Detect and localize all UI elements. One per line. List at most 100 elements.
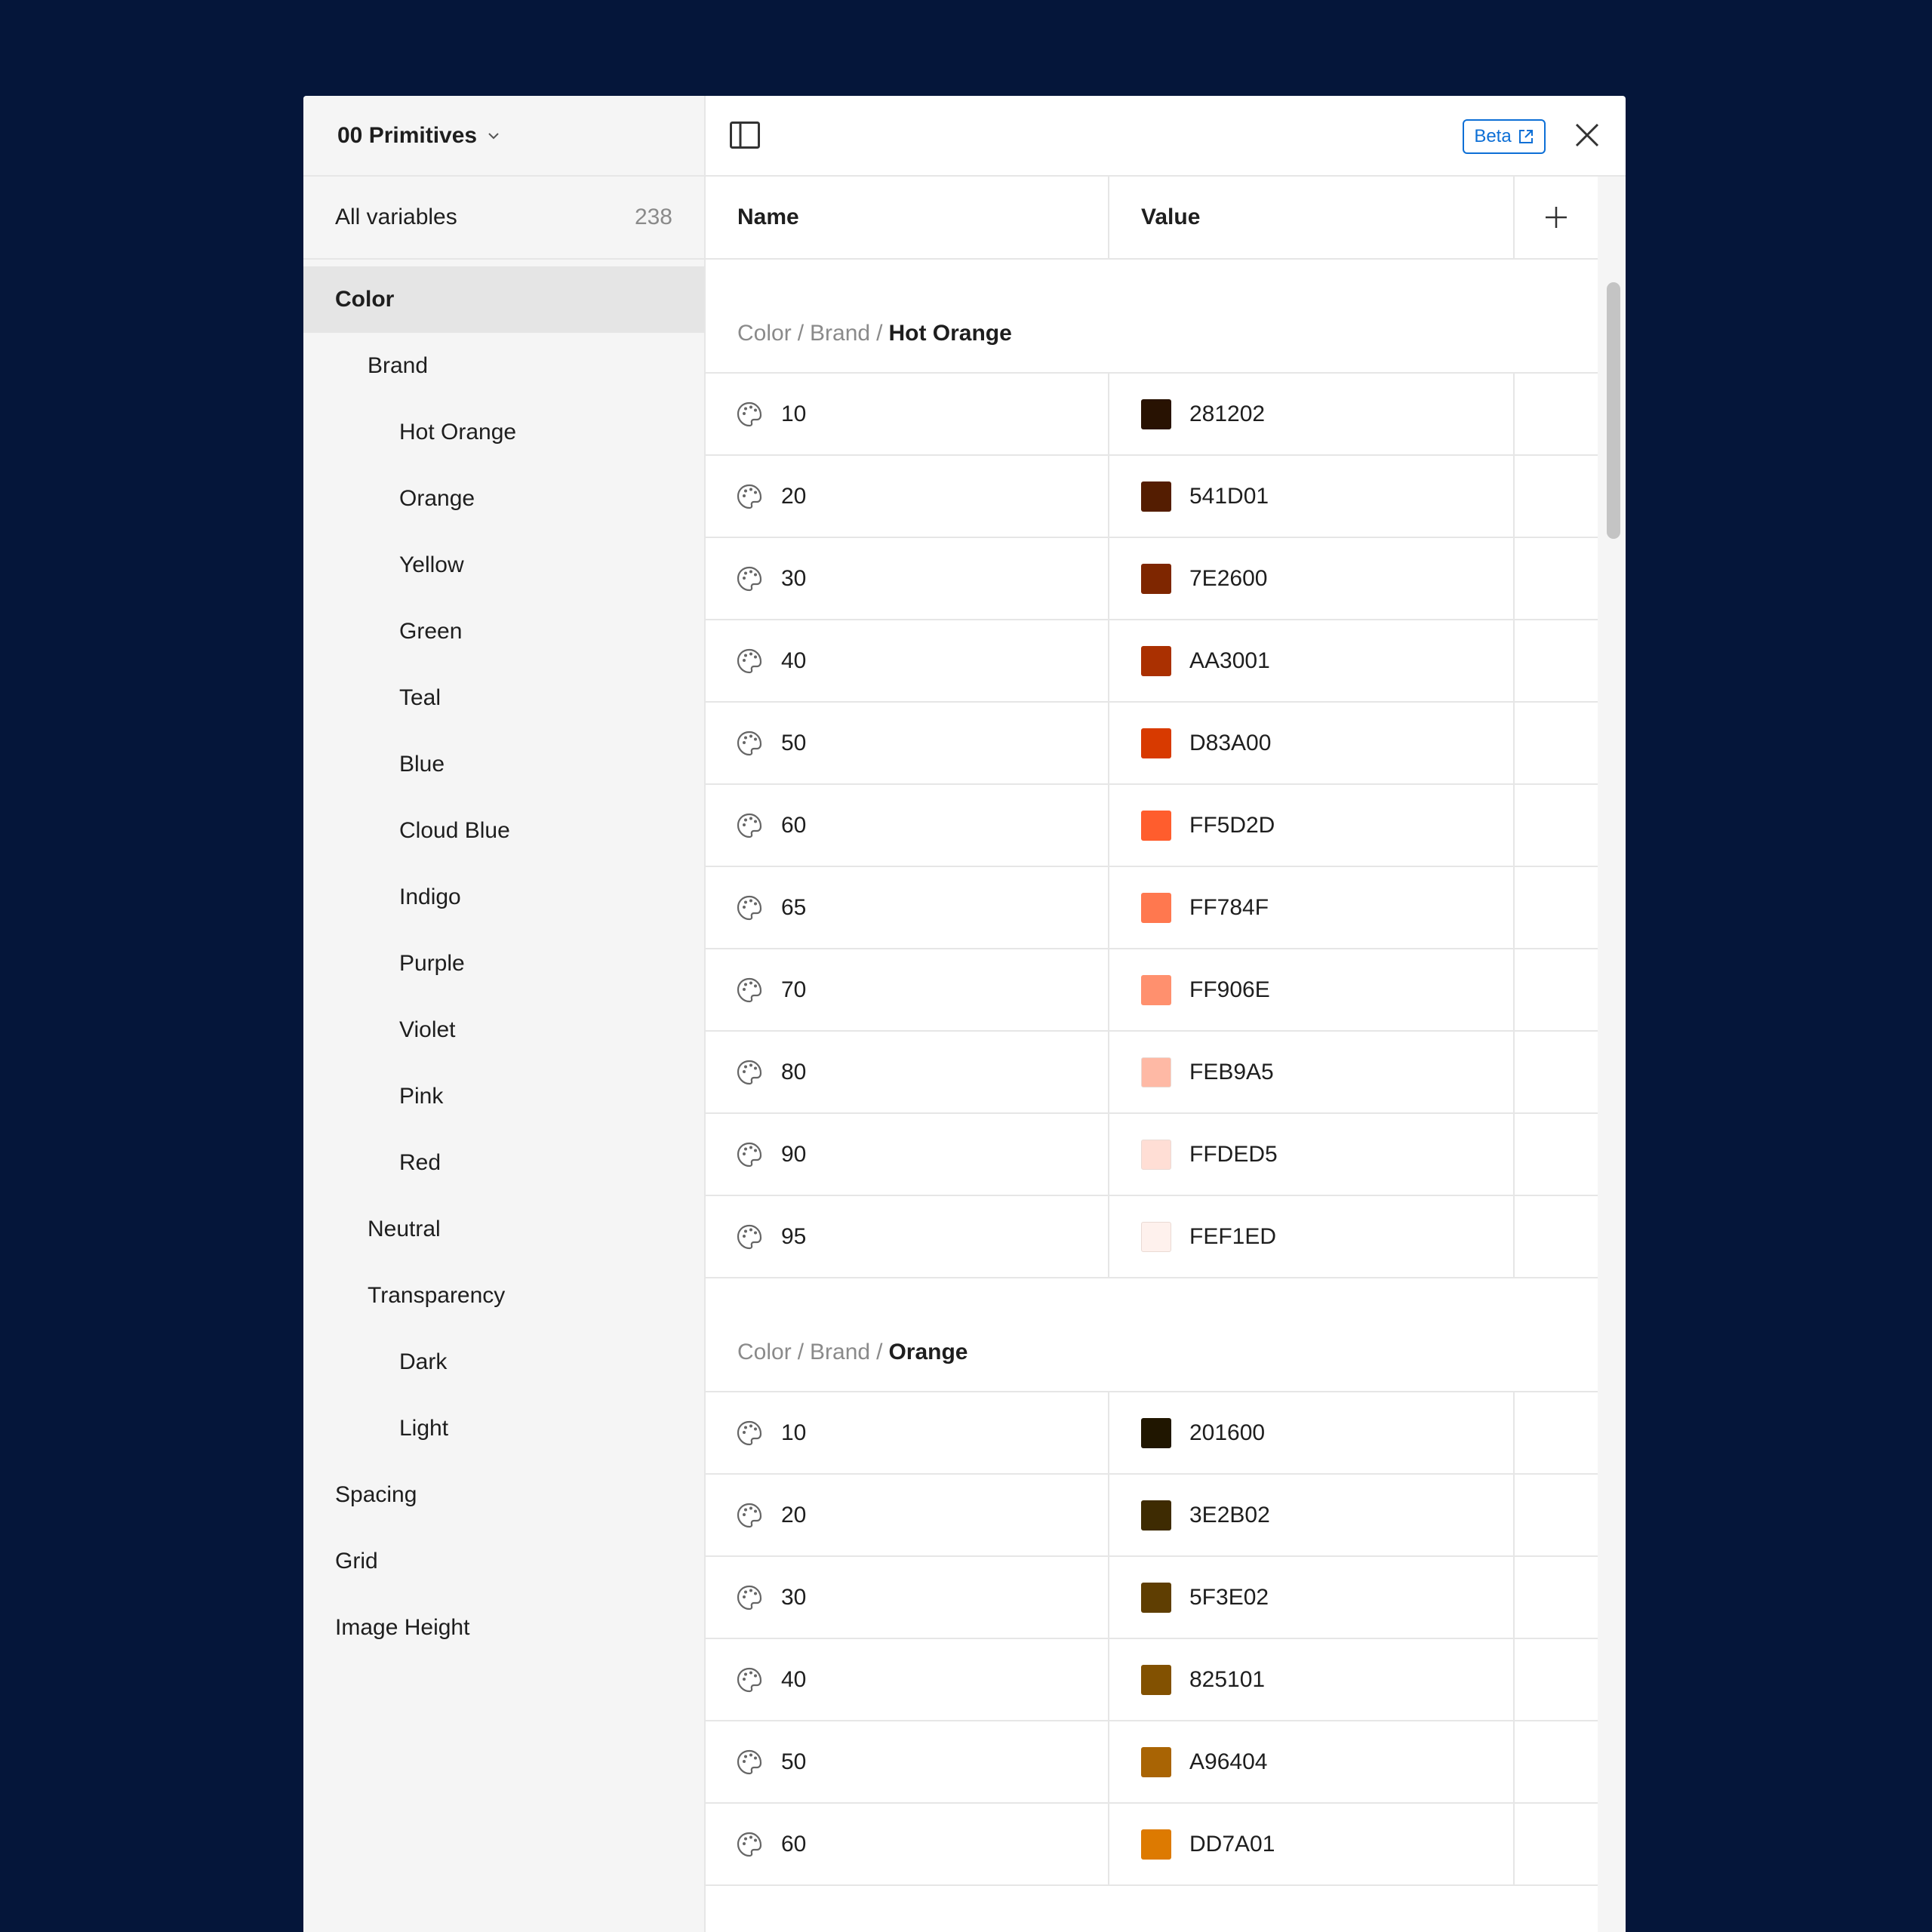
table-row[interactable]: 30 5F3E02 <box>706 1557 1598 1639</box>
variable-value-cell[interactable]: 3E2B02 <box>1109 1475 1515 1555</box>
sidebar-item-yellow[interactable]: Yellow <box>303 532 704 598</box>
table-row[interactable]: 90 FFDED5 <box>706 1114 1598 1196</box>
variable-value-cell[interactable]: 5F3E02 <box>1109 1557 1515 1638</box>
sidebar-item-label: Spacing <box>335 1482 417 1507</box>
color-swatch[interactable] <box>1141 563 1171 594</box>
variable-name-cell[interactable]: 20 <box>706 1475 1109 1555</box>
collection-selector[interactable]: 00 Primitives <box>303 96 704 177</box>
variable-value-cell[interactable]: FEF1ED <box>1109 1196 1515 1277</box>
color-swatch[interactable] <box>1141 728 1171 758</box>
sidebar-item-red[interactable]: Red <box>303 1130 704 1196</box>
sidebar-item-spacing[interactable]: Spacing <box>303 1462 704 1528</box>
sidebar-item-light[interactable]: Light <box>303 1395 704 1462</box>
sidebar-item-grid[interactable]: Grid <box>303 1528 704 1595</box>
color-swatch[interactable] <box>1141 892 1171 923</box>
variable-value-cell[interactable]: FF906E <box>1109 949 1515 1030</box>
sidebar-item-pink[interactable]: Pink <box>303 1063 704 1130</box>
variable-value-cell[interactable]: 281202 <box>1109 374 1515 454</box>
variable-name-cell[interactable]: 50 <box>706 1721 1109 1802</box>
color-swatch[interactable] <box>1141 1417 1171 1448</box>
table-row[interactable]: 95 FEF1ED <box>706 1196 1598 1278</box>
sidebar-item-green[interactable]: Green <box>303 598 704 665</box>
sidebar-item-orange[interactable]: Orange <box>303 466 704 532</box>
sidebar-item-hot-orange[interactable]: Hot Orange <box>303 399 704 466</box>
color-swatch[interactable] <box>1141 1746 1171 1777</box>
variable-name-cell[interactable]: 90 <box>706 1114 1109 1195</box>
color-swatch[interactable] <box>1141 398 1171 429</box>
sidebar-item-transparency[interactable]: Transparency <box>303 1263 704 1329</box>
table-row[interactable]: 60 DD7A01 <box>706 1804 1598 1886</box>
table-row[interactable]: 60 FF5D2D <box>706 785 1598 867</box>
variable-name-cell[interactable]: 10 <box>706 1392 1109 1473</box>
color-swatch[interactable] <box>1141 1829 1171 1860</box>
variable-name-cell[interactable]: 80 <box>706 1032 1109 1112</box>
scrollbar-thumb[interactable] <box>1607 282 1620 539</box>
table-row[interactable]: 80 FEB9A5 <box>706 1032 1598 1114</box>
variable-name-cell[interactable]: 50 <box>706 703 1109 783</box>
sidebar-toggle-icon[interactable] <box>730 122 760 149</box>
color-swatch[interactable] <box>1141 974 1171 1005</box>
variable-name-cell[interactable]: 30 <box>706 1557 1109 1638</box>
color-swatch[interactable] <box>1141 1139 1171 1170</box>
table-row[interactable]: 20 3E2B02 <box>706 1475 1598 1557</box>
variable-value-cell[interactable]: AA3001 <box>1109 620 1515 701</box>
variable-value-cell[interactable]: 825101 <box>1109 1639 1515 1720</box>
variable-name: 30 <box>781 1584 807 1610</box>
color-swatch[interactable] <box>1141 1057 1171 1088</box>
sidebar-item-indigo[interactable]: Indigo <box>303 864 704 931</box>
color-swatch[interactable] <box>1141 1500 1171 1531</box>
color-swatch[interactable] <box>1141 1664 1171 1695</box>
variable-value-cell[interactable]: FF5D2D <box>1109 785 1515 866</box>
color-swatch[interactable] <box>1141 810 1171 841</box>
variable-name-cell[interactable]: 60 <box>706 785 1109 866</box>
color-swatch[interactable] <box>1141 481 1171 512</box>
table-row[interactable]: 10 281202 <box>706 374 1598 456</box>
table-row[interactable]: 30 7E2600 <box>706 538 1598 620</box>
sidebar-item-brand[interactable]: Brand <box>303 333 704 399</box>
variable-value-cell[interactable]: A96404 <box>1109 1721 1515 1802</box>
color-swatch[interactable] <box>1141 1221 1171 1252</box>
variable-name-cell[interactable]: 10 <box>706 374 1109 454</box>
table-row[interactable]: 20 541D01 <box>706 456 1598 538</box>
variable-name-cell[interactable]: 20 <box>706 456 1109 537</box>
close-icon[interactable] <box>1574 122 1601 149</box>
sidebar-item-cloud-blue[interactable]: Cloud Blue <box>303 798 704 864</box>
variable-value-cell[interactable]: 541D01 <box>1109 456 1515 537</box>
add-column-button[interactable] <box>1515 177 1598 258</box>
variable-value-cell[interactable]: FF784F <box>1109 867 1515 948</box>
table-row[interactable]: 70 FF906E <box>706 949 1598 1032</box>
sidebar-item-teal[interactable]: Teal <box>303 665 704 731</box>
variable-name-cell[interactable]: 70 <box>706 949 1109 1030</box>
sidebar-item-image-height[interactable]: Image Height <box>303 1595 704 1661</box>
all-variables-item[interactable]: All variables 238 <box>303 177 704 260</box>
variable-value-cell[interactable]: 201600 <box>1109 1392 1515 1473</box>
sidebar-item-color[interactable]: Color <box>303 266 704 333</box>
variable-name-cell[interactable]: 60 <box>706 1804 1109 1884</box>
variable-name-cell[interactable]: 40 <box>706 1639 1109 1720</box>
color-swatch[interactable] <box>1141 645 1171 676</box>
variable-value-cell[interactable]: D83A00 <box>1109 703 1515 783</box>
sidebar-item-dark[interactable]: Dark <box>303 1329 704 1395</box>
table-row[interactable]: 10 201600 <box>706 1392 1598 1475</box>
color-swatch[interactable] <box>1141 1582 1171 1613</box>
variable-name-cell[interactable]: 30 <box>706 538 1109 619</box>
table-row[interactable]: 40 AA3001 <box>706 620 1598 703</box>
table-row[interactable]: 50 A96404 <box>706 1721 1598 1804</box>
table-row[interactable]: 50 D83A00 <box>706 703 1598 785</box>
table-row[interactable]: 65 FF784F <box>706 867 1598 949</box>
sidebar-item-blue[interactable]: Blue <box>303 731 704 798</box>
variable-value-cell[interactable]: FFDED5 <box>1109 1114 1515 1195</box>
variable-name-cell[interactable]: 40 <box>706 620 1109 701</box>
variable-name-cell[interactable]: 65 <box>706 867 1109 948</box>
beta-badge[interactable]: Beta <box>1463 119 1546 154</box>
variable-value-cell[interactable]: DD7A01 <box>1109 1804 1515 1884</box>
sidebar-item-purple[interactable]: Purple <box>303 931 704 997</box>
table-row[interactable]: 40 825101 <box>706 1639 1598 1721</box>
variable-name-cell[interactable]: 95 <box>706 1196 1109 1277</box>
palette-icon <box>737 731 762 755</box>
sidebar-item-violet[interactable]: Violet <box>303 997 704 1063</box>
scrollbar[interactable] <box>1598 177 1626 1932</box>
variable-value-cell[interactable]: 7E2600 <box>1109 538 1515 619</box>
variable-value-cell[interactable]: FEB9A5 <box>1109 1032 1515 1112</box>
sidebar-item-neutral[interactable]: Neutral <box>303 1196 704 1263</box>
